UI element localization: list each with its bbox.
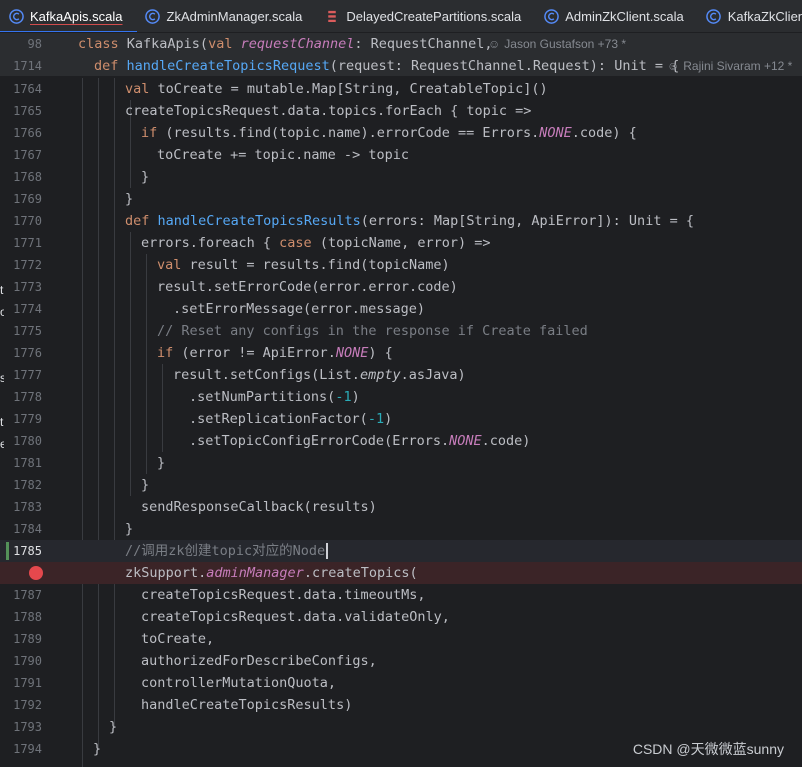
sticky-code: class KafkaApis(val requestChannel: Requ… <box>78 36 493 52</box>
code-line[interactable]: 1788 createTopicsRequest.data.validateOnl… <box>0 606 802 628</box>
clipped-panel-text: e <box>0 437 4 451</box>
text-caret <box>326 543 329 559</box>
code-line[interactable]: 1770 def handleCreateTopicsResults(errors… <box>0 210 802 232</box>
code-editor[interactable]: 1764 val toCreate = mutable.Map[String, C… <box>0 78 802 767</box>
person-icon: ☺ <box>667 58 680 73</box>
tab-kafkaapis[interactable]: KafkaApis.scala <box>0 0 137 32</box>
tab-label: KafkaApis.scala <box>30 8 123 24</box>
scala-class-icon <box>145 8 161 24</box>
tab-adminzkclient[interactable]: AdminZkClient.scala <box>535 0 698 32</box>
line-number: 98 <box>27 37 42 51</box>
code-line[interactable]: 1771 errors.foreach { case (topicName, er… <box>0 232 802 254</box>
inlay-author[interactable]: ☺ Jason Gustafson +73 * <box>488 37 626 51</box>
tab-label: AdminZkClient.scala <box>565 8 684 24</box>
code-line-breakpoint[interactable]: zkSupport.adminManager.createTopics( <box>0 562 802 584</box>
code-line[interactable]: 1775// Reset any configs in the response… <box>0 320 802 342</box>
tab-label: KafkaZkClient.s <box>727 8 802 24</box>
code-line[interactable]: 1768} <box>0 166 802 188</box>
tab-zkadminmanager[interactable]: ZkAdminManager.scala <box>137 0 317 32</box>
person-icon: ☺ <box>488 37 501 51</box>
code-line[interactable]: 1779 .setReplicationFactor(-1) <box>0 408 802 430</box>
scala-class-icon <box>8 8 24 24</box>
code-line[interactable]: 1778 .setNumPartitions(-1) <box>0 386 802 408</box>
clipped-panel-text: o <box>0 305 4 319</box>
tab-label: ZkAdminManager.scala <box>166 8 303 24</box>
clipped-panel-text: s <box>0 371 4 385</box>
code-line[interactable]: 1772 val result = results.find(topicName) <box>0 254 802 276</box>
sticky-line-class[interactable]: 98 class KafkaApis(val requestChannel: R… <box>0 33 802 55</box>
code-line[interactable]: 1766 if (results.find(topic.name).errorCo… <box>0 122 802 144</box>
code-line[interactable]: 1787 createTopicsRequest.data.timeoutMs, <box>0 584 802 606</box>
code-line[interactable]: 1765 createTopicsRequest.data.topics.forE… <box>0 100 802 122</box>
breakpoint-icon[interactable] <box>29 566 43 580</box>
code-line[interactable]: 1767 toCreate += topic.name -> topic <box>0 144 802 166</box>
tab-delayedcreatepartitions[interactable]: DelayedCreatePartitions.scala <box>316 0 535 32</box>
code-line-current[interactable]: 1785 //调用zk创建topic对应的Node <box>0 540 802 562</box>
scala-file-icon <box>324 8 340 24</box>
scala-class-icon <box>543 8 559 24</box>
editor-tab-bar: KafkaApis.scala ZkAdminManager.scala Del… <box>0 0 802 33</box>
code-line[interactable]: 1776 if (error != ApiError.NONE) { <box>0 342 802 364</box>
code-line[interactable]: 1780 .setTopicConfigErrorCode(Errors.NONE… <box>0 430 802 452</box>
code-line[interactable]: 1790 authorizedForDescribeConfigs, <box>0 650 802 672</box>
watermark: CSDN @天微微蓝sunny <box>632 741 784 757</box>
sticky-line-method[interactable]: 1714 def handleCreateTopicsRequest(reque… <box>0 55 802 77</box>
code-line[interactable]: 1764 val toCreate = mutable.Map[String, C… <box>0 78 802 100</box>
code-line[interactable]: 1774 .setErrorMessage(error.message) <box>0 298 802 320</box>
line-number: 1714 <box>13 58 42 73</box>
code-line[interactable]: 1781} <box>0 452 802 474</box>
code-line[interactable]: 1791 controllerMutationQuota, <box>0 672 802 694</box>
clipped-panel-text: t <box>0 415 4 429</box>
code-line[interactable]: 1769} <box>0 188 802 210</box>
tab-kafkazkclient[interactable]: KafkaZkClient.s <box>698 0 802 32</box>
code-line[interactable]: 1792 handleCreateTopicsResults) <box>0 694 802 716</box>
sticky-code: def handleCreateTopicsRequest(request: R… <box>94 57 680 74</box>
code-line[interactable]: 1784} <box>0 518 802 540</box>
code-line[interactable]: 1793} <box>0 716 802 738</box>
scala-class-icon <box>706 8 722 24</box>
code-line[interactable]: 1777 result.setConfigs(List.empty.asJava) <box>0 364 802 386</box>
code-line[interactable]: 1773 result.setErrorCode(error.error.code… <box>0 276 802 298</box>
inlay-author[interactable]: ☺ Rajini Sivaram +12 * <box>667 59 792 73</box>
code-line[interactable]: 1789 toCreate, <box>0 628 802 650</box>
clipped-panel-text: t <box>0 283 4 297</box>
code-line[interactable]: 1783 sendResponseCallback(results) <box>0 496 802 518</box>
tab-label: DelayedCreatePartitions.scala <box>346 8 522 24</box>
code-line[interactable]: 1782} <box>0 474 802 496</box>
